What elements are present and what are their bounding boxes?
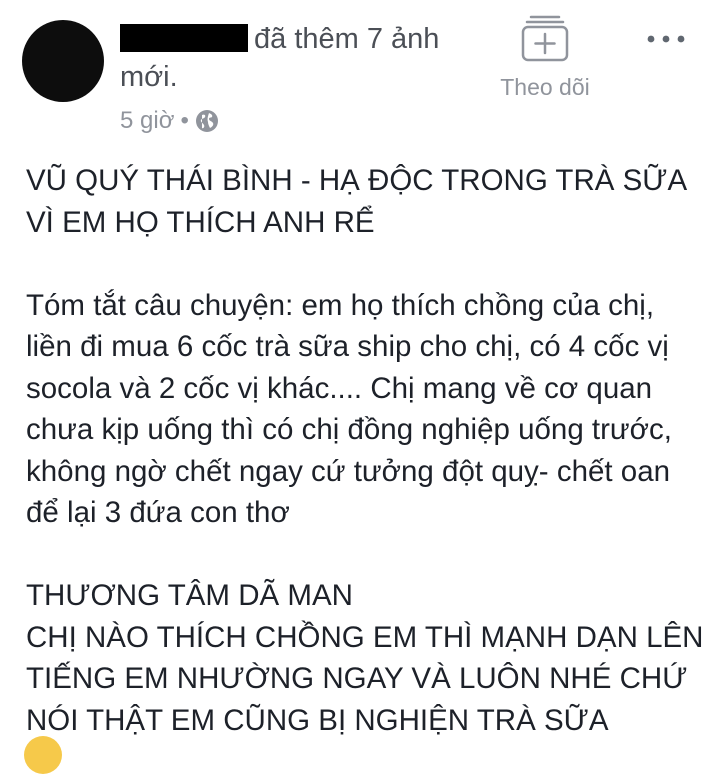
post-headline: đã thêm 7 ảnh mới. xyxy=(120,20,450,96)
globe-icon xyxy=(195,109,219,133)
more-dots-icon[interactable] xyxy=(644,26,688,52)
follow-label: Theo dõi xyxy=(500,74,590,100)
post-header: đã thêm 7 ảnh mới. 5 giờ • Theo dõi xyxy=(0,0,720,150)
post-meta: 5 giờ • xyxy=(120,106,219,136)
redacted-author-name[interactable] xyxy=(120,24,248,52)
post-body-text: VŨ QUÝ THÁI BÌNH - HẠ ĐỘC TRONG TRÀ SỮA … xyxy=(26,164,704,737)
emoji-icon xyxy=(24,736,62,774)
follow-plus-icon xyxy=(521,15,569,62)
post-timestamp[interactable]: 5 giờ xyxy=(120,106,174,136)
author-avatar[interactable] xyxy=(22,20,104,102)
meta-separator: • xyxy=(180,107,189,134)
follow-button[interactable]: Theo dõi xyxy=(490,12,600,101)
